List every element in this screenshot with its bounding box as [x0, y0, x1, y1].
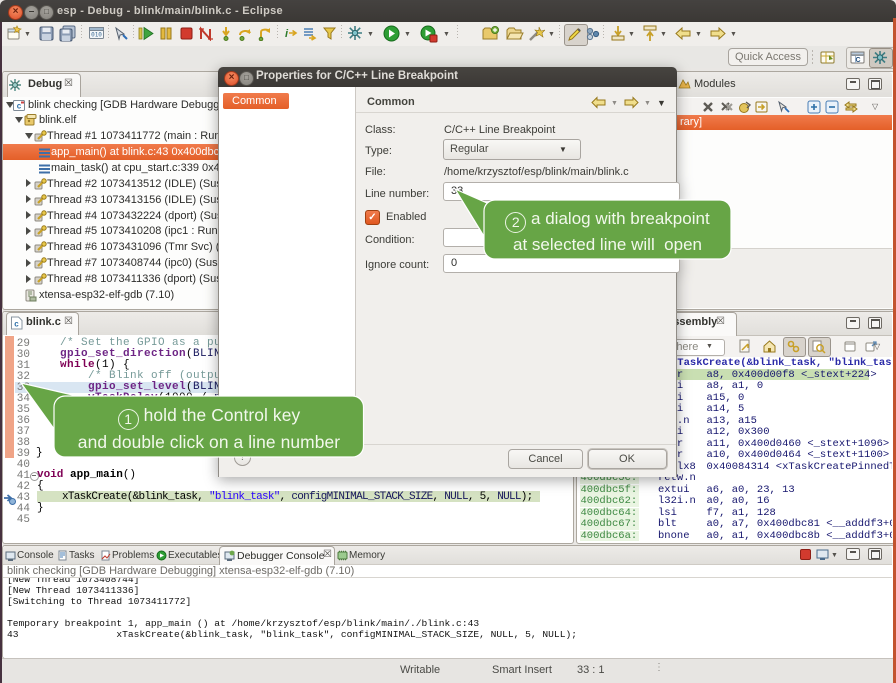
svg-text:i: i	[285, 28, 289, 40]
svg-text:C: C	[855, 57, 860, 64]
svg-text:010: 010	[91, 32, 102, 39]
svg-text:c: c	[14, 320, 19, 329]
